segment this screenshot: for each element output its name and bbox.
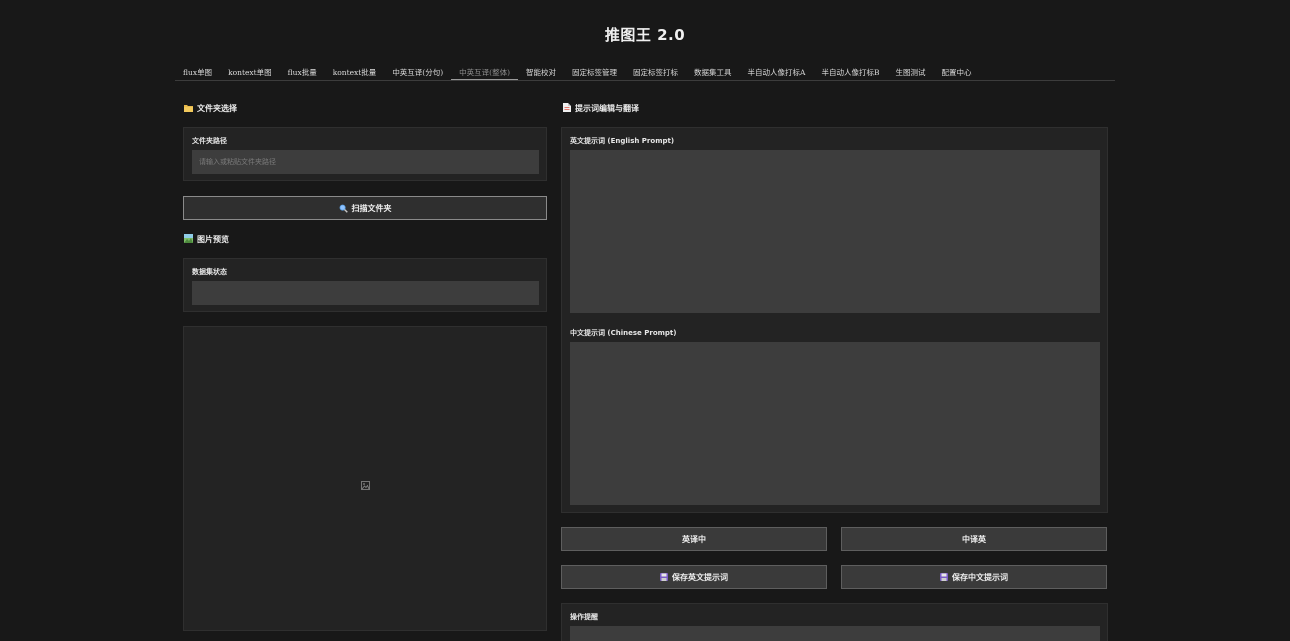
tab-bar: flux单图 kontext单图 flux批量 kontext批量 中英互译(分… (175, 63, 1115, 81)
tab-generation-test[interactable]: 生图测试 (887, 63, 933, 79)
folder-section-title: 文件夹选择 (184, 103, 237, 114)
tab-config-center[interactable]: 配置中心 (933, 63, 979, 79)
preview-section-title: 图片预览 (184, 234, 229, 245)
image-placeholder-icon (361, 475, 370, 494)
dataset-status-panel: 数据集状态 (183, 258, 547, 312)
dataset-status-field (192, 281, 539, 305)
folder-path-input[interactable] (192, 150, 539, 174)
english-prompt-textarea[interactable] (570, 150, 1100, 313)
save-zh-prompt-label: 保存中文提示词 (952, 572, 1008, 582)
prompt-section-title: 提示词编辑与翻译 (563, 103, 639, 114)
tab-smart-proofread[interactable]: 智能校对 (518, 63, 564, 79)
document-icon (563, 103, 571, 114)
chinese-prompt-label: 中文提示词 (Chinese Prompt) (570, 329, 677, 337)
en-to-zh-label: 英译中 (682, 534, 706, 544)
folder-path-panel: 文件夹路径 (183, 127, 547, 181)
image-icon (184, 234, 193, 245)
folder-icon (184, 104, 193, 114)
floppy-disk-icon (660, 573, 668, 581)
tab-portrait-label-a[interactable]: 半自动人像打标A (740, 63, 814, 79)
zh-to-en-button[interactable]: 中译英 (841, 527, 1107, 551)
chinese-prompt-textarea[interactable] (570, 342, 1100, 505)
folder-section-label: 文件夹选择 (197, 104, 237, 113)
dataset-status-label: 数据集状态 (192, 268, 227, 276)
scan-folder-label: 扫描文件夹 (351, 203, 392, 213)
tab-translate-sentence[interactable]: 中英互译(分句) (384, 63, 451, 79)
tab-fixed-tag-manage[interactable]: 固定标签管理 (564, 63, 625, 79)
en-to-zh-button[interactable]: 英译中 (561, 527, 827, 551)
folder-path-label: 文件夹路径 (192, 137, 227, 145)
preview-section-label: 图片预览 (197, 235, 229, 244)
save-en-prompt-button[interactable]: 保存英文提示词 (561, 565, 827, 589)
prompt-editor-panel: 英文提示词 (English Prompt) 中文提示词 (Chinese Pr… (561, 127, 1108, 513)
tab-kontext-single[interactable]: kontext单图 (220, 63, 280, 79)
magnifier-icon (339, 204, 348, 213)
tab-portrait-label-b[interactable]: 半自动人像打标B (813, 63, 887, 79)
save-zh-prompt-button[interactable]: 保存中文提示词 (841, 565, 1107, 589)
app-root: 推图王 2.0 flux单图 kontext单图 flux批量 kontext批… (0, 0, 1290, 641)
operation-tips-label: 操作提醒 (570, 613, 598, 621)
tab-fixed-tag-label[interactable]: 固定标签打标 (625, 63, 686, 79)
english-prompt-label: 英文提示词 (English Prompt) (570, 137, 675, 145)
floppy-disk-icon (940, 573, 948, 581)
app-title: 推图王 2.0 (604, 26, 686, 44)
save-en-prompt-label: 保存英文提示词 (672, 572, 728, 582)
tab-translate-whole[interactable]: 中英互译(整体) (451, 63, 519, 80)
prompt-section-label: 提示词编辑与翻译 (575, 104, 639, 113)
tab-dataset-tools[interactable]: 数据集工具 (686, 63, 740, 79)
tab-flux-batch[interactable]: flux批量 (280, 63, 325, 79)
image-preview-area[interactable] (183, 326, 547, 631)
operation-tips-panel: 操作提醒 (561, 603, 1108, 641)
zh-to-en-label: 中译英 (962, 534, 986, 544)
scan-folder-button[interactable]: 扫描文件夹 (183, 196, 547, 220)
operation-tips-field (570, 626, 1100, 641)
tab-kontext-batch[interactable]: kontext批量 (325, 63, 385, 79)
tab-flux-single[interactable]: flux单图 (175, 63, 220, 79)
